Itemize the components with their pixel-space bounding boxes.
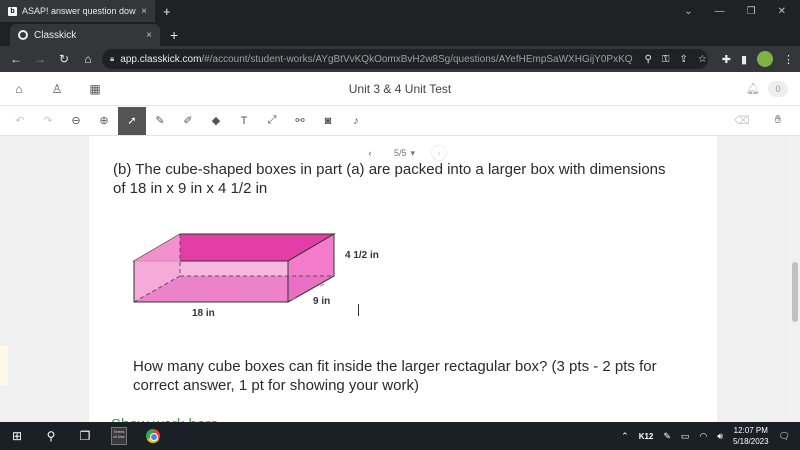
app-header: ⌂ ♙ ▦ Unit 3 & 4 Unit Test 🔔︎ 0 xyxy=(0,72,800,106)
text-tool-icon[interactable]: T xyxy=(230,107,258,135)
scrollbar-thumb[interactable] xyxy=(792,262,798,322)
bookmark-star-icon[interactable]: ☆ xyxy=(698,54,707,65)
back-arrow-icon[interactable]: ← xyxy=(6,49,26,69)
wifi-icon[interactable]: ◠ xyxy=(699,431,707,442)
key-icon[interactable]: ⚿ xyxy=(662,54,670,65)
windows-start-icon[interactable]: ⊞ xyxy=(0,422,34,450)
browser-toolbar: ← → ↻ ⌂ 🔒︎ app.classkick.com/#/account/s… xyxy=(0,46,800,72)
left-edge-strip xyxy=(0,346,8,386)
brainly-favicon-icon: b xyxy=(8,6,17,16)
link-icon[interactable]: ⚯ xyxy=(286,107,314,135)
search-icon[interactable]: ⚲ xyxy=(34,422,68,450)
clock[interactable]: 12:07 PM 5/18/2023 xyxy=(733,425,769,447)
redo-icon[interactable]: ↷ xyxy=(34,107,62,135)
chrome-taskbar-app[interactable] xyxy=(136,422,170,450)
workspace: ‹ 5/5 ▾ › (b) The cube-shaped boxes in p… xyxy=(0,136,800,433)
search-icon[interactable]: ⚲ xyxy=(645,54,652,65)
notification-count-badge[interactable]: 0 xyxy=(768,80,788,97)
pointer-select-icon[interactable]: ➚ xyxy=(118,106,146,135)
lock-icon[interactable]: 🔒︎ xyxy=(110,54,114,64)
line-tool-icon[interactable]: ⤢ xyxy=(258,107,286,135)
address-bar-actions: ⚲ ⚿ ⇪ ☆ xyxy=(639,54,707,65)
home-icon[interactable]: ⌂ xyxy=(78,49,98,69)
pen-icon[interactable]: ✎ xyxy=(146,107,174,135)
side-panel-icon[interactable]: ▮ xyxy=(741,53,747,66)
depth-tick xyxy=(319,283,325,287)
browser-tabstrip: Classkick × + xyxy=(0,22,800,46)
length-label: 18 in xyxy=(192,308,215,319)
eraser-icon[interactable]: ◆ xyxy=(202,107,230,135)
clock-date: 5/18/2023 xyxy=(732,437,769,446)
terms-of-use-icon: Terms of Use xyxy=(111,427,127,445)
clear-icon[interactable]: ⌫ xyxy=(728,107,756,135)
clock-time: 12:07 PM xyxy=(733,426,768,435)
new-tab-button[interactable]: + xyxy=(163,4,171,19)
pen-workspace-icon[interactable]: ✎ xyxy=(663,431,671,442)
header-right: 🔔︎ 0 xyxy=(746,80,800,97)
system-tray: ⌃ K12 ✎ ▭ ◠ 🔊︎ 12:07 PM 5/18/2023 🗨︎ xyxy=(621,425,800,447)
previous-question-icon[interactable]: ‹ xyxy=(362,145,378,161)
zoom-in-icon[interactable]: ⊕ xyxy=(90,107,118,135)
chevron-up-icon[interactable]: ⌃ xyxy=(621,431,629,442)
terms-of-use-app[interactable]: Terms of Use xyxy=(102,422,136,450)
close-window-icon[interactable]: ✕ xyxy=(778,6,786,17)
url-path: /#/account/student-works/AYgBtVvKQkOomxB… xyxy=(201,53,633,65)
battery-icon[interactable]: ▭ xyxy=(681,431,690,442)
extensions-puzzle-icon[interactable]: ✚ xyxy=(722,53,731,66)
reload-icon[interactable]: ↻ xyxy=(54,49,74,69)
tab-classkick[interactable]: Classkick × xyxy=(10,24,160,46)
account-person-icon[interactable]: ♙ xyxy=(38,82,76,96)
browser-right-icons: ✚ ▮ ⋮ xyxy=(712,51,794,67)
url-host: app.classkick.com xyxy=(120,53,202,65)
task-view-icon[interactable]: ❒ xyxy=(68,422,102,450)
share-icon[interactable]: ⇪ xyxy=(679,54,687,65)
address-bar[interactable]: 🔒︎ app.classkick.com/#/account/student-w… xyxy=(102,49,708,69)
tab-title: Classkick xyxy=(34,29,77,41)
height-label: 4 1/2 in xyxy=(345,250,379,261)
question-prompt: How many cube boxes can fit inside the l… xyxy=(133,358,657,394)
drawing-toolbar: ↶ ↷ ⊖ ⊕ ➚ ✎ ✐ ◆ T ⤢ ⚯ ◙ ♪ ⌫ ✋︎ xyxy=(0,106,800,136)
background-window-tabbar: b ASAP! answer question down bel × + ⌄ —… xyxy=(0,0,800,22)
chrome-icon xyxy=(146,429,160,443)
notifications-icon[interactable]: 🗨︎ xyxy=(779,431,790,442)
minimize-icon[interactable]: — xyxy=(715,6,725,17)
classkick-favicon-icon xyxy=(18,30,28,40)
profile-avatar[interactable] xyxy=(757,51,773,67)
tab-search-icon[interactable]: ⌄ xyxy=(684,6,692,17)
background-tab[interactable]: b ASAP! answer question down bel × xyxy=(0,0,155,22)
next-question-icon[interactable]: › xyxy=(431,145,448,161)
forward-arrow-icon[interactable]: → xyxy=(30,49,50,69)
chevron-down-icon: ▾ xyxy=(410,147,416,158)
hand-raise-icon[interactable]: ✋︎ xyxy=(764,107,792,135)
restore-icon[interactable]: ❐ xyxy=(747,6,756,17)
k12-tray-icon[interactable]: K12 xyxy=(639,432,654,441)
menu-kebab-icon[interactable]: ⋮ xyxy=(783,53,794,66)
undo-icon[interactable]: ↶ xyxy=(6,107,34,135)
background-tab-title: ASAP! answer question down bel xyxy=(22,6,136,16)
window-controls: ⌄ — ❐ ✕ xyxy=(684,6,800,17)
microphone-icon[interactable]: ♪ xyxy=(342,107,370,135)
home-icon[interactable]: ⌂ xyxy=(0,82,38,96)
new-tab-button[interactable]: + xyxy=(170,27,178,43)
page-scrollbar[interactable] xyxy=(790,136,800,422)
zoom-out-icon[interactable]: ⊖ xyxy=(62,107,90,135)
assignment-title: Unit 3 & 4 Unit Test xyxy=(348,81,452,96)
windows-taskbar: ⊞ ⚲ ❒ Terms of Use ⌃ K12 ✎ ▭ ◠ 🔊︎ 12:07 … xyxy=(0,422,800,450)
toolbar-right: ⌫ ✋︎ xyxy=(728,107,800,135)
grid-view-icon[interactable]: ▦ xyxy=(76,82,114,96)
close-tab-icon[interactable]: × xyxy=(146,30,152,41)
depth-label: 9 in xyxy=(313,296,331,307)
camera-icon[interactable]: ◙ xyxy=(314,107,342,135)
question-selector[interactable]: 5/5 ▾ xyxy=(394,148,415,159)
highlighter-icon[interactable]: ✐ xyxy=(174,107,202,135)
bell-icon[interactable]: 🔔︎ xyxy=(746,82,760,95)
volume-icon[interactable]: 🔊︎ xyxy=(717,431,723,442)
question-part-b: (b) The cube-shaped boxes in part (a) ar… xyxy=(113,161,666,197)
rectangular-box-figure xyxy=(132,233,336,303)
text-cursor xyxy=(358,304,359,316)
question-count: 5/5 xyxy=(394,148,407,158)
close-tab-icon[interactable]: × xyxy=(141,6,147,17)
